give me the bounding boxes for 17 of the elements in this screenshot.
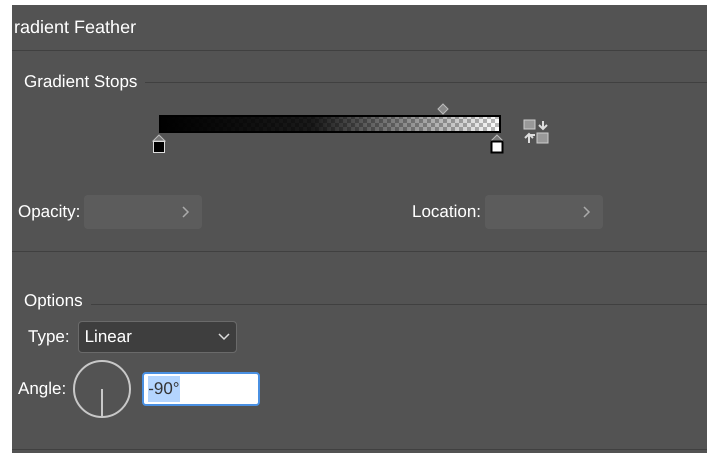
- angle-input[interactable]: -90°: [142, 372, 260, 406]
- section-heading: Options: [24, 290, 83, 312]
- angle-dial[interactable]: [72, 359, 132, 419]
- swap-stops-icon[interactable]: [523, 118, 550, 144]
- field-label: Angle:: [18, 378, 66, 400]
- chevron-down-icon: [218, 333, 230, 341]
- chevron-right-icon: [583, 206, 591, 218]
- panel-title: radient Feather: [14, 16, 136, 39]
- field-label: Opacity:: [18, 200, 80, 223]
- color-stop-icon[interactable]: [490, 134, 504, 154]
- field-label: Type:: [28, 326, 70, 348]
- section-heading: Gradient Stops: [24, 71, 138, 93]
- gradient-ramp[interactable]: [159, 114, 501, 132]
- color-stop-icon[interactable]: [152, 134, 166, 154]
- field-label: Location:: [412, 200, 481, 223]
- chevron-right-icon: [182, 206, 190, 218]
- type-dropdown[interactable]: Linear: [78, 321, 237, 353]
